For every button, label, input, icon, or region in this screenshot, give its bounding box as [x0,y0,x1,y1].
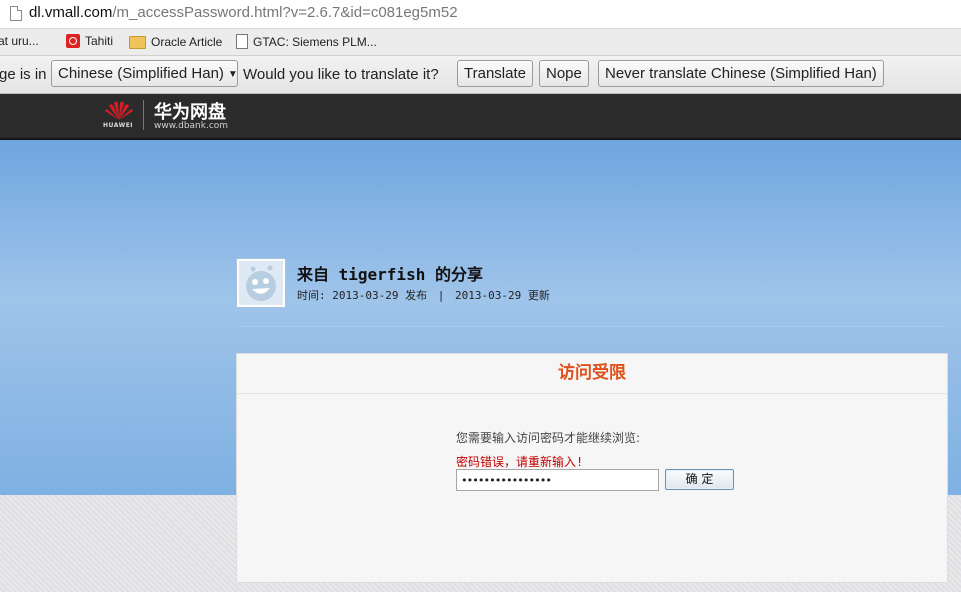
folder-icon [129,36,146,49]
translate-infobar: ge is in Chinese (Simplified Han) ▼ Would… [0,56,961,94]
chevron-down-icon: ▼ [227,69,238,80]
bookmark-item[interactable]: at uru... [0,34,39,48]
bookmark-label: at uru... [0,34,39,48]
search-favicon-icon [66,34,80,48]
bookmark-tahiti[interactable]: Tahiti [66,34,113,48]
avatar [236,258,286,308]
share-meta: 时间: 2013-03-29 发布 | 2013-03-29 更新 [297,287,550,303]
address-bar[interactable]: dl.vmall.com/m_accessPassword.html?v=2.6… [0,0,961,29]
confirm-button[interactable]: 确 定 [665,469,734,490]
time-label: 时间: [297,289,326,302]
translate-button[interactable]: Translate [457,60,533,87]
divider [236,326,948,327]
bookmark-gtac[interactable]: GTAC: Siemens PLM... [236,34,377,49]
url-path: /m_accessPassword.html?v=2.6.7&id=c081eg… [112,4,458,21]
bookmark-label: Oracle Article [151,35,223,49]
smiley-avatar-icon [239,261,283,305]
url-host: dl.vmall.com [29,4,113,21]
never-translate-button[interactable]: Never translate Chinese (Simplified Han) [598,60,884,87]
password-error: 密码错误，请重新输入! [456,455,584,469]
nope-button[interactable]: Nope [539,60,589,87]
meta-separator: | [437,289,445,302]
huawei-logo-icon[interactable] [104,100,134,120]
password-input[interactable] [456,469,659,491]
share-title: 来自 tigerfish 的分享 [297,265,483,284]
url-text[interactable]: dl.vmall.com/m_accessPassword.html?v=2.6… [29,4,458,21]
logo-wordmark: HUAWEI [103,122,134,129]
page-icon [10,6,22,21]
bookmark-oracle-article[interactable]: Oracle Article [129,34,222,49]
updated-date: 2013-03-29 更新 [454,289,550,302]
translate-prefix: ge is in [0,66,47,83]
bookmark-label: Tahiti [85,34,114,48]
language-select[interactable]: Chinese (Simplified Han) ▼ [51,60,238,87]
password-prompt: 您需要输入访问密码才能继续浏览: [456,431,641,445]
translate-question: Would you like to translate it? [243,66,439,83]
bookmark-label: GTAC: Siemens PLM... [253,35,377,49]
brand-url: www.dbank.com [154,121,229,131]
published-date: 2013-03-29 发布 [332,289,428,302]
panel-title: 访问受限 [237,354,947,394]
logo-divider [143,100,144,130]
site-header: HUAWEI 华为网盘 www.dbank.com [0,94,961,140]
access-panel: 访问受限 您需要输入访问密码才能继续浏览: 密码错误，请重新输入! 确 定 [236,353,948,583]
page-icon [236,34,248,49]
language-select-value: Chinese (Simplified Han) [58,65,224,82]
bookmarks-bar: at uru... Tahiti Oracle Article GTAC: Si… [0,29,961,56]
